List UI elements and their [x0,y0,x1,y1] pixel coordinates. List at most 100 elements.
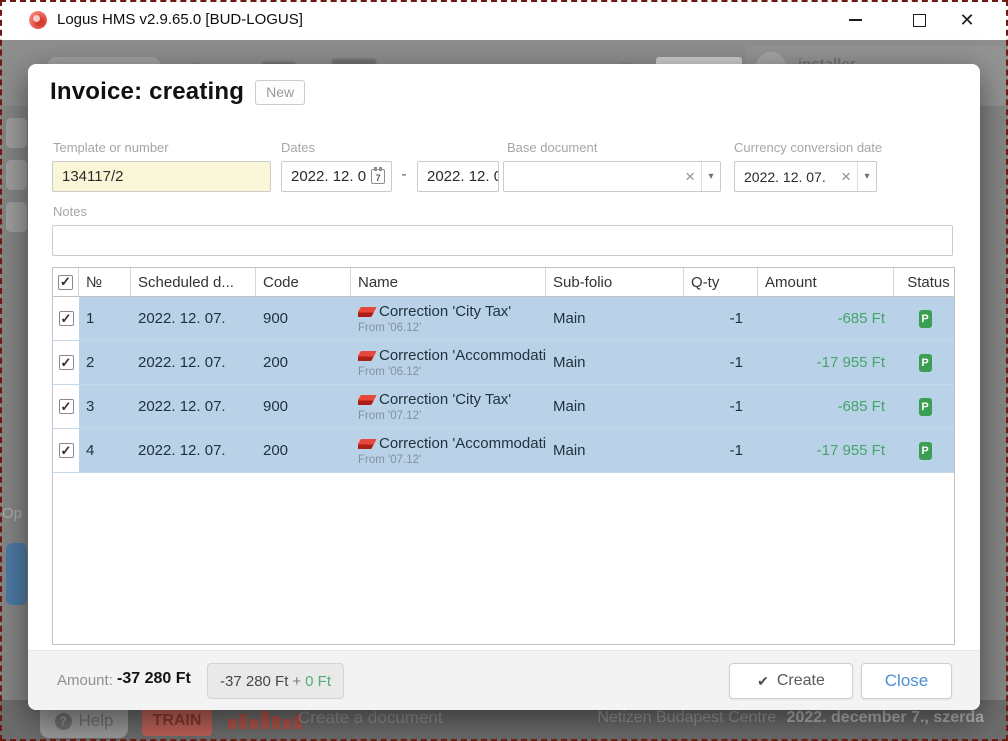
table-row[interactable]: ✓ 2 2022. 12. 07. 200 Correction 'Accomm… [53,341,954,385]
notes-label: Notes [53,204,87,219]
create-button-label: Create [777,672,825,690]
column-header-qty[interactable]: Q-ty [684,268,758,296]
row-subfolio: Main [546,385,684,428]
clear-icon[interactable]: × [679,162,701,191]
app-logo-icon [29,11,47,29]
close-button[interactable]: Close [861,663,952,699]
row-checkbox[interactable]: ✓ [59,355,74,370]
notes-input[interactable] [52,225,953,256]
date-from-input[interactable]: 2022. 12. 0 7 [281,161,392,192]
check-icon: ✔ [757,673,769,690]
row-subfolio: Main [546,429,684,472]
currency-date-label: Currency conversion date [734,140,882,155]
maximize-icon [913,14,926,27]
template-label: Template or number [53,140,169,155]
background-sidebar-button [6,160,27,190]
row-num: 4 [79,429,131,472]
row-name: Correction 'Accommodati [379,435,546,452]
dates-separator: - [396,166,412,183]
invoice-creating-dialog: Invoice: creating New Template or number… [28,64,980,710]
chevron-down-icon[interactable]: ▾ [701,162,720,191]
row-qty: -1 [684,429,758,472]
row-amount: -685 Ft [758,385,894,428]
row-from: From '06.12' [358,322,546,334]
amount-breakdown: -37 280 Ft + 0 Ft [207,663,344,699]
close-window-button[interactable]: ✕ [944,0,990,40]
row-checkbox[interactable]: ✓ [59,311,74,326]
select-all-checkbox[interactable]: ✓ [58,275,73,290]
row-qty: -1 [684,341,758,384]
column-header-subfolio[interactable]: Sub-folio [546,268,684,296]
table-row[interactable]: ✓ 3 2022. 12. 07. 900 Correction 'City T… [53,385,954,429]
table-row[interactable]: ✓ 4 2022. 12. 07. 200 Correction 'Accomm… [53,429,954,473]
amount-total: -37 280 Ft [117,670,191,688]
row-code: 200 [256,341,351,384]
dialog-header: Invoice: creating New [50,78,305,106]
minimize-icon [849,19,862,21]
row-checkbox[interactable]: ✓ [59,443,74,458]
row-date: 2022. 12. 07. [131,429,256,472]
column-header-code[interactable]: Code [256,268,351,296]
row-qty: -1 [684,297,758,340]
status-p-badge: P [919,354,932,372]
date-from-value: 2022. 12. 0 [282,168,366,185]
base-document-label: Base document [507,140,597,155]
check-icon: ✓ [60,275,71,288]
create-button[interactable]: ✔ Create [729,663,853,699]
date-to-input[interactable]: 2022. 12. 0 [417,161,499,192]
status-p-badge: P [919,442,932,460]
help-icon: ? [55,713,72,730]
status-p-badge: P [919,310,932,328]
row-from: From '06.12' [358,366,546,378]
row-subfolio: Main [546,341,684,384]
row-name: Correction 'City Tax' [379,303,511,320]
background-sidebar-blue-button [6,543,27,605]
base-document-input[interactable]: × ▾ [503,161,721,192]
row-amount: -685 Ft [758,297,894,340]
table-header-row: ✓ № Scheduled d... Code Name Sub-folio Q… [53,268,954,297]
help-label: Help [79,711,114,731]
row-num: 2 [79,341,131,384]
table-row[interactable]: ✓ 1 2022. 12. 07. 900 Correction 'City T… [53,297,954,341]
dialog-title: Invoice: creating [50,78,244,106]
create-document-label: Create a document [298,708,443,728]
background-sidebar-button [6,118,27,148]
row-amount: -17 955 Ft [758,429,894,472]
correction-icon [358,395,377,405]
minimize-button[interactable] [832,0,878,40]
chevron-down-icon[interactable]: ▾ [857,162,876,191]
row-code: 900 [256,385,351,428]
template-input[interactable] [52,161,271,192]
currency-date-value: 2022. 12. 07. [735,169,826,185]
date-to-value: 2022. 12. 0 [418,168,499,185]
column-header-num[interactable]: № [79,268,131,296]
row-date: 2022. 12. 07. [131,341,256,384]
dates-label: Dates [281,140,315,155]
column-header-status[interactable]: Status [894,268,955,296]
row-name: Correction 'Accommodati [379,347,546,364]
breakdown-main: -37 280 Ft [220,673,288,690]
column-header-scheduled[interactable]: Scheduled d... [131,268,256,296]
check-icon: ✓ [61,312,72,325]
statusbar-text: Netizen Budapest Centre 2022. december 7… [597,709,984,727]
row-name: Correction 'City Tax' [379,391,511,408]
close-icon: ✕ [959,11,974,29]
calendar-icon[interactable]: 7 [371,169,385,184]
check-icon: ✓ [61,444,72,457]
row-code: 900 [256,297,351,340]
maximize-button[interactable] [896,0,942,40]
currency-date-input[interactable]: 2022. 12. 07. × ▾ [734,161,877,192]
blocks-icon [228,711,302,729]
column-header-name[interactable]: Name [351,268,546,296]
row-code: 200 [256,429,351,472]
row-qty: -1 [684,385,758,428]
check-icon: ✓ [61,356,72,369]
row-subfolio: Main [546,297,684,340]
clear-icon[interactable]: × [835,162,857,191]
row-checkbox[interactable]: ✓ [59,399,74,414]
column-header-amount[interactable]: Amount [758,268,894,296]
window-title: Logus HMS v2.9.65.0 [BUD-LOGUS] [57,11,303,28]
status-badge: New [255,80,305,105]
statusbar-date: 2022. december 7., szerda [787,709,984,726]
breakdown-plus: + [292,673,301,690]
